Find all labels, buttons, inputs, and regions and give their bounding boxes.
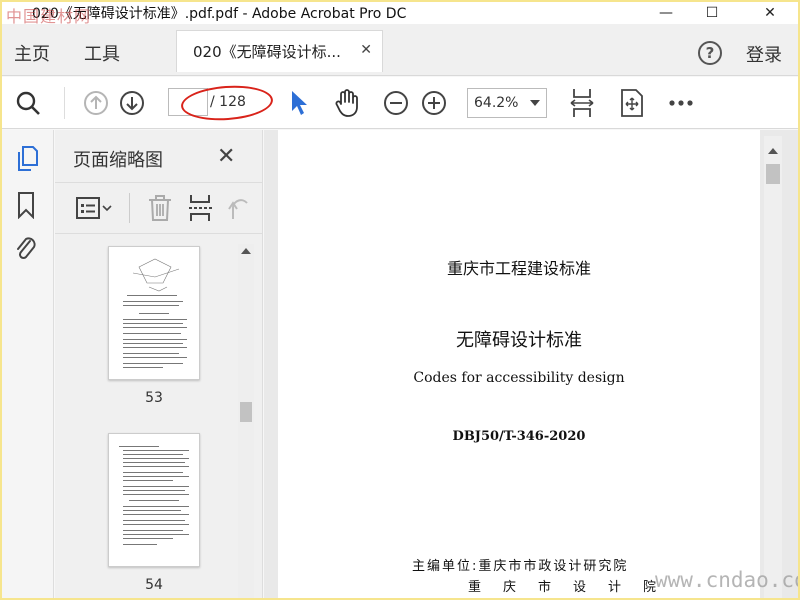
window-frame <box>0 0 800 600</box>
